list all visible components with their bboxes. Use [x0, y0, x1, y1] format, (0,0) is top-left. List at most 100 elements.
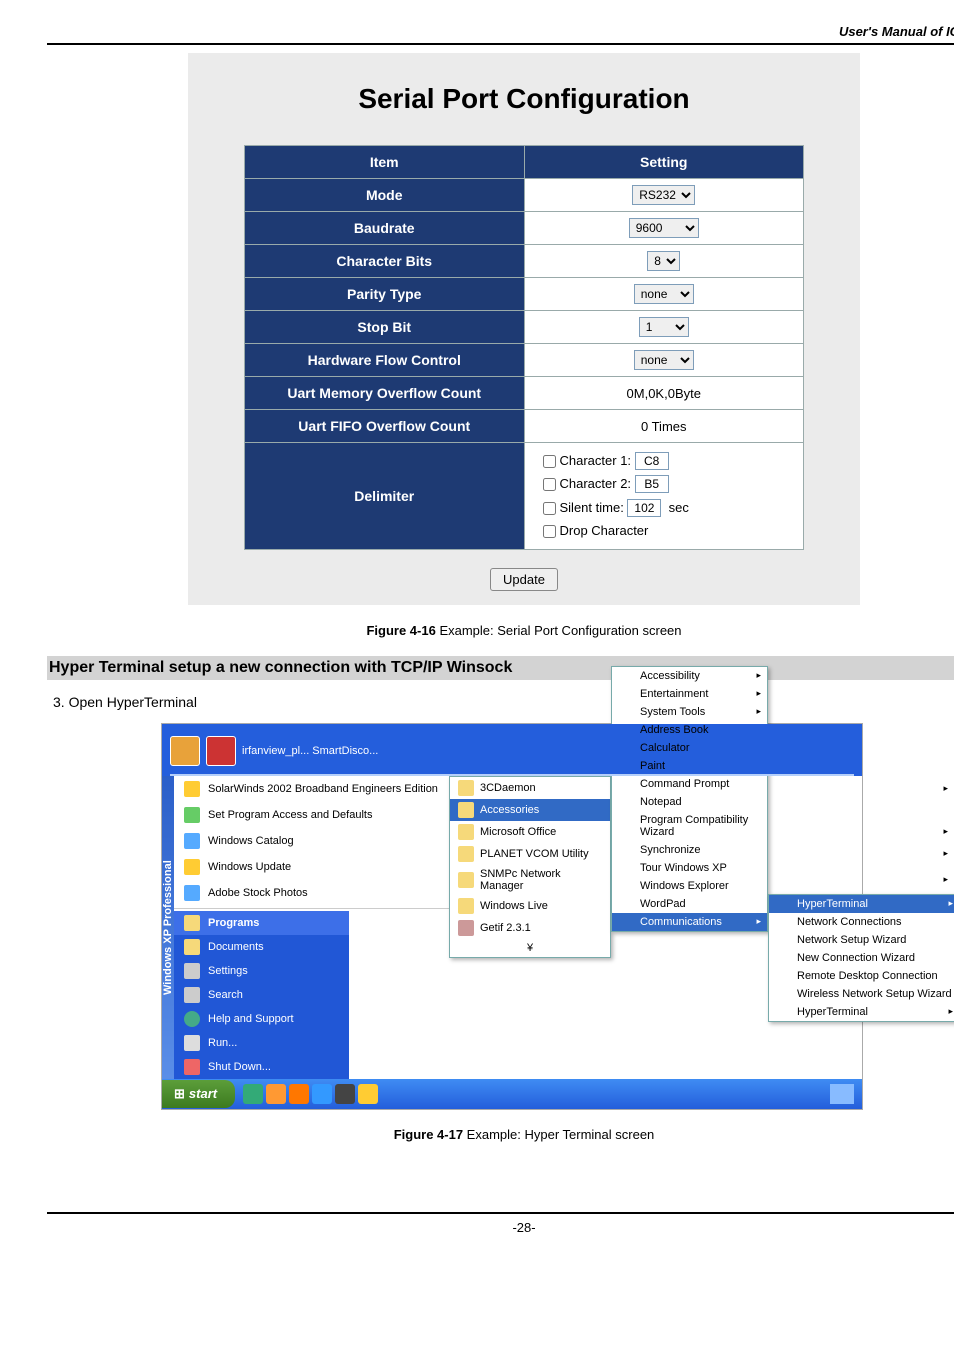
start-menu-main: Programs▸ Documents▸ Settings▸ Search▸ H…	[174, 911, 349, 1079]
menu-item[interactable]: Windows Explorer	[612, 877, 767, 895]
page-footer: -28-	[47, 1212, 954, 1235]
tray-icon[interactable]	[266, 1084, 286, 1104]
figure-4-17-caption: Figure 4-17 Example: Hyper Terminal scre…	[47, 1127, 954, 1142]
menu-item[interactable]: SNMPc Network Manager▸	[450, 865, 610, 895]
search-icon	[184, 987, 200, 1003]
folder-icon	[184, 915, 200, 931]
drop-checkbox[interactable]	[543, 525, 556, 538]
user-avatar-icon	[170, 736, 200, 766]
folder-icon	[458, 780, 474, 796]
mode-select[interactable]: RS232	[632, 185, 695, 205]
menu-item[interactable]: Tour Windows XP	[612, 859, 767, 877]
row-stopbit-label: Stop Bit	[245, 311, 525, 344]
menu-item[interactable]: Notepad	[612, 793, 767, 811]
app-icon	[184, 833, 200, 849]
menu-item[interactable]: Wireless Network Setup Wizard	[769, 985, 954, 1003]
expand-item[interactable]: ¥	[450, 939, 610, 957]
tray-icon[interactable]	[335, 1084, 355, 1104]
folder-icon	[458, 824, 474, 840]
documents-item[interactable]: Documents▸	[174, 935, 349, 959]
figure-4-16-caption: Figure 4-16 Figure 4-16 Example: Serial …	[47, 623, 954, 638]
gear-icon	[184, 963, 200, 979]
menu-item[interactable]: Windows Catalog	[174, 828, 449, 854]
menu-item[interactable]: Synchronize	[612, 841, 767, 859]
col-setting: Setting	[524, 146, 804, 179]
char1-input[interactable]	[635, 452, 669, 470]
row-parity-label: Parity Type	[245, 278, 525, 311]
hyperterminal-item[interactable]: HyperTerminal▸	[769, 895, 954, 913]
tray-icon[interactable]	[243, 1084, 263, 1104]
start-button[interactable]: ⊞start	[162, 1080, 235, 1108]
char2-input[interactable]	[635, 475, 669, 493]
menu-item[interactable]: Accessibility▸	[612, 667, 767, 685]
menu-item[interactable]: Microsoft Office▸	[450, 821, 610, 843]
communications-item[interactable]: Communications▸	[612, 913, 767, 931]
shutdown-item[interactable]: Shut Down...	[174, 1055, 349, 1079]
silent-input[interactable]	[627, 499, 661, 517]
menu-item[interactable]: Adobe Stock Photos	[174, 880, 449, 906]
menu-item[interactable]: Set Program Access and Defaults	[174, 802, 449, 828]
accessories-item[interactable]: Accessories▸	[450, 799, 610, 821]
config-table: ItemSetting ModeRS232 Baudrate9600 Chara…	[244, 145, 804, 550]
char1-checkbox[interactable]	[543, 455, 556, 468]
row-delim-label: Delimiter	[245, 443, 525, 550]
menu-item[interactable]: Windows Live▸	[450, 895, 610, 917]
doc-title: User's Manual of ICS-210x	[47, 24, 954, 43]
run-icon	[184, 1035, 200, 1051]
silent-unit: sec	[669, 500, 689, 515]
menu-item[interactable]: 3CDaemon	[450, 777, 610, 799]
menu-item[interactable]: Address Book	[612, 721, 767, 739]
menu-item[interactable]: Windows Update	[174, 854, 449, 880]
row-baud-label: Baudrate	[245, 212, 525, 245]
folder-icon	[458, 872, 474, 888]
menu-item[interactable]: WordPad	[612, 895, 767, 913]
parity-select[interactable]: none	[634, 284, 694, 304]
menu-item[interactable]: PLANET VCOM Utility▸	[450, 843, 610, 865]
baud-select[interactable]: 9600	[629, 218, 699, 238]
menu-item[interactable]: New Connection Wizard	[769, 949, 954, 967]
menu-item[interactable]: Remote Desktop Connection	[769, 967, 954, 985]
menu-item[interactable]: Calculator	[612, 739, 767, 757]
search-item[interactable]: Search▸	[174, 983, 349, 1007]
menu-item[interactable]: SolarWinds 2002 Broadband Engineers Edit…	[174, 776, 449, 802]
tray-icon[interactable]	[358, 1084, 378, 1104]
communications-submenu: HyperTerminal▸ Network Connections Netwo…	[768, 894, 954, 1022]
tray-icon[interactable]	[312, 1084, 332, 1104]
settings-item[interactable]: Settings▸	[174, 959, 349, 983]
menu-item[interactable]: Command Prompt	[612, 775, 767, 793]
power-icon	[184, 1059, 200, 1075]
update-button[interactable]: Update	[490, 568, 558, 591]
menu-item[interactable]: Getif 2.3.1	[450, 917, 610, 939]
menu-item[interactable]: Paint	[612, 757, 767, 775]
tray-icon[interactable]	[289, 1084, 309, 1104]
silent-checkbox[interactable]	[543, 502, 556, 515]
menu-item[interactable]: System Tools▸	[612, 703, 767, 721]
start-menu-screenshot: irfanview_pl... SmartDisco... Windows XP…	[162, 724, 862, 1109]
folder-icon	[458, 898, 474, 914]
row-hwflow-label: Hardware Flow Control	[245, 344, 525, 377]
recent-programs-list: SolarWinds 2002 Broadband Engineers Edit…	[174, 776, 449, 909]
char2-checkbox[interactable]	[543, 478, 556, 491]
folder-icon	[458, 846, 474, 862]
programs-item[interactable]: Programs▸	[174, 911, 349, 935]
menu-item[interactable]: Program Compatibility Wizard	[612, 811, 767, 841]
uartfifo-value: 0 Times	[524, 410, 804, 443]
run-item[interactable]: Run...	[174, 1031, 349, 1055]
char2-label: Character 2:	[560, 476, 632, 491]
char1-label: Character 1:	[560, 453, 632, 468]
help-item[interactable]: Help and Support	[174, 1007, 349, 1031]
menu-item[interactable]: Network Setup Wizard	[769, 931, 954, 949]
windows-xp-sidebar: Windows XP Professional	[162, 776, 174, 1079]
menu-item[interactable]: HyperTerminal▸	[769, 1003, 954, 1021]
uartmem-value: 0M,0K,0Byte	[524, 377, 804, 410]
menu-item[interactable]: Entertainment▸	[612, 685, 767, 703]
app-icon	[458, 920, 474, 936]
hwflow-select[interactable]: none	[634, 350, 694, 370]
taskbar: ⊞start	[162, 1079, 862, 1109]
stopbit-select[interactable]: 1	[639, 317, 689, 337]
charbits-select[interactable]: 8	[647, 251, 680, 271]
step-3: 3. Open HyperTerminal	[53, 694, 954, 710]
tray-lang-icon[interactable]	[830, 1084, 854, 1104]
menu-item[interactable]: Network Connections	[769, 913, 954, 931]
app-icon	[184, 807, 200, 823]
